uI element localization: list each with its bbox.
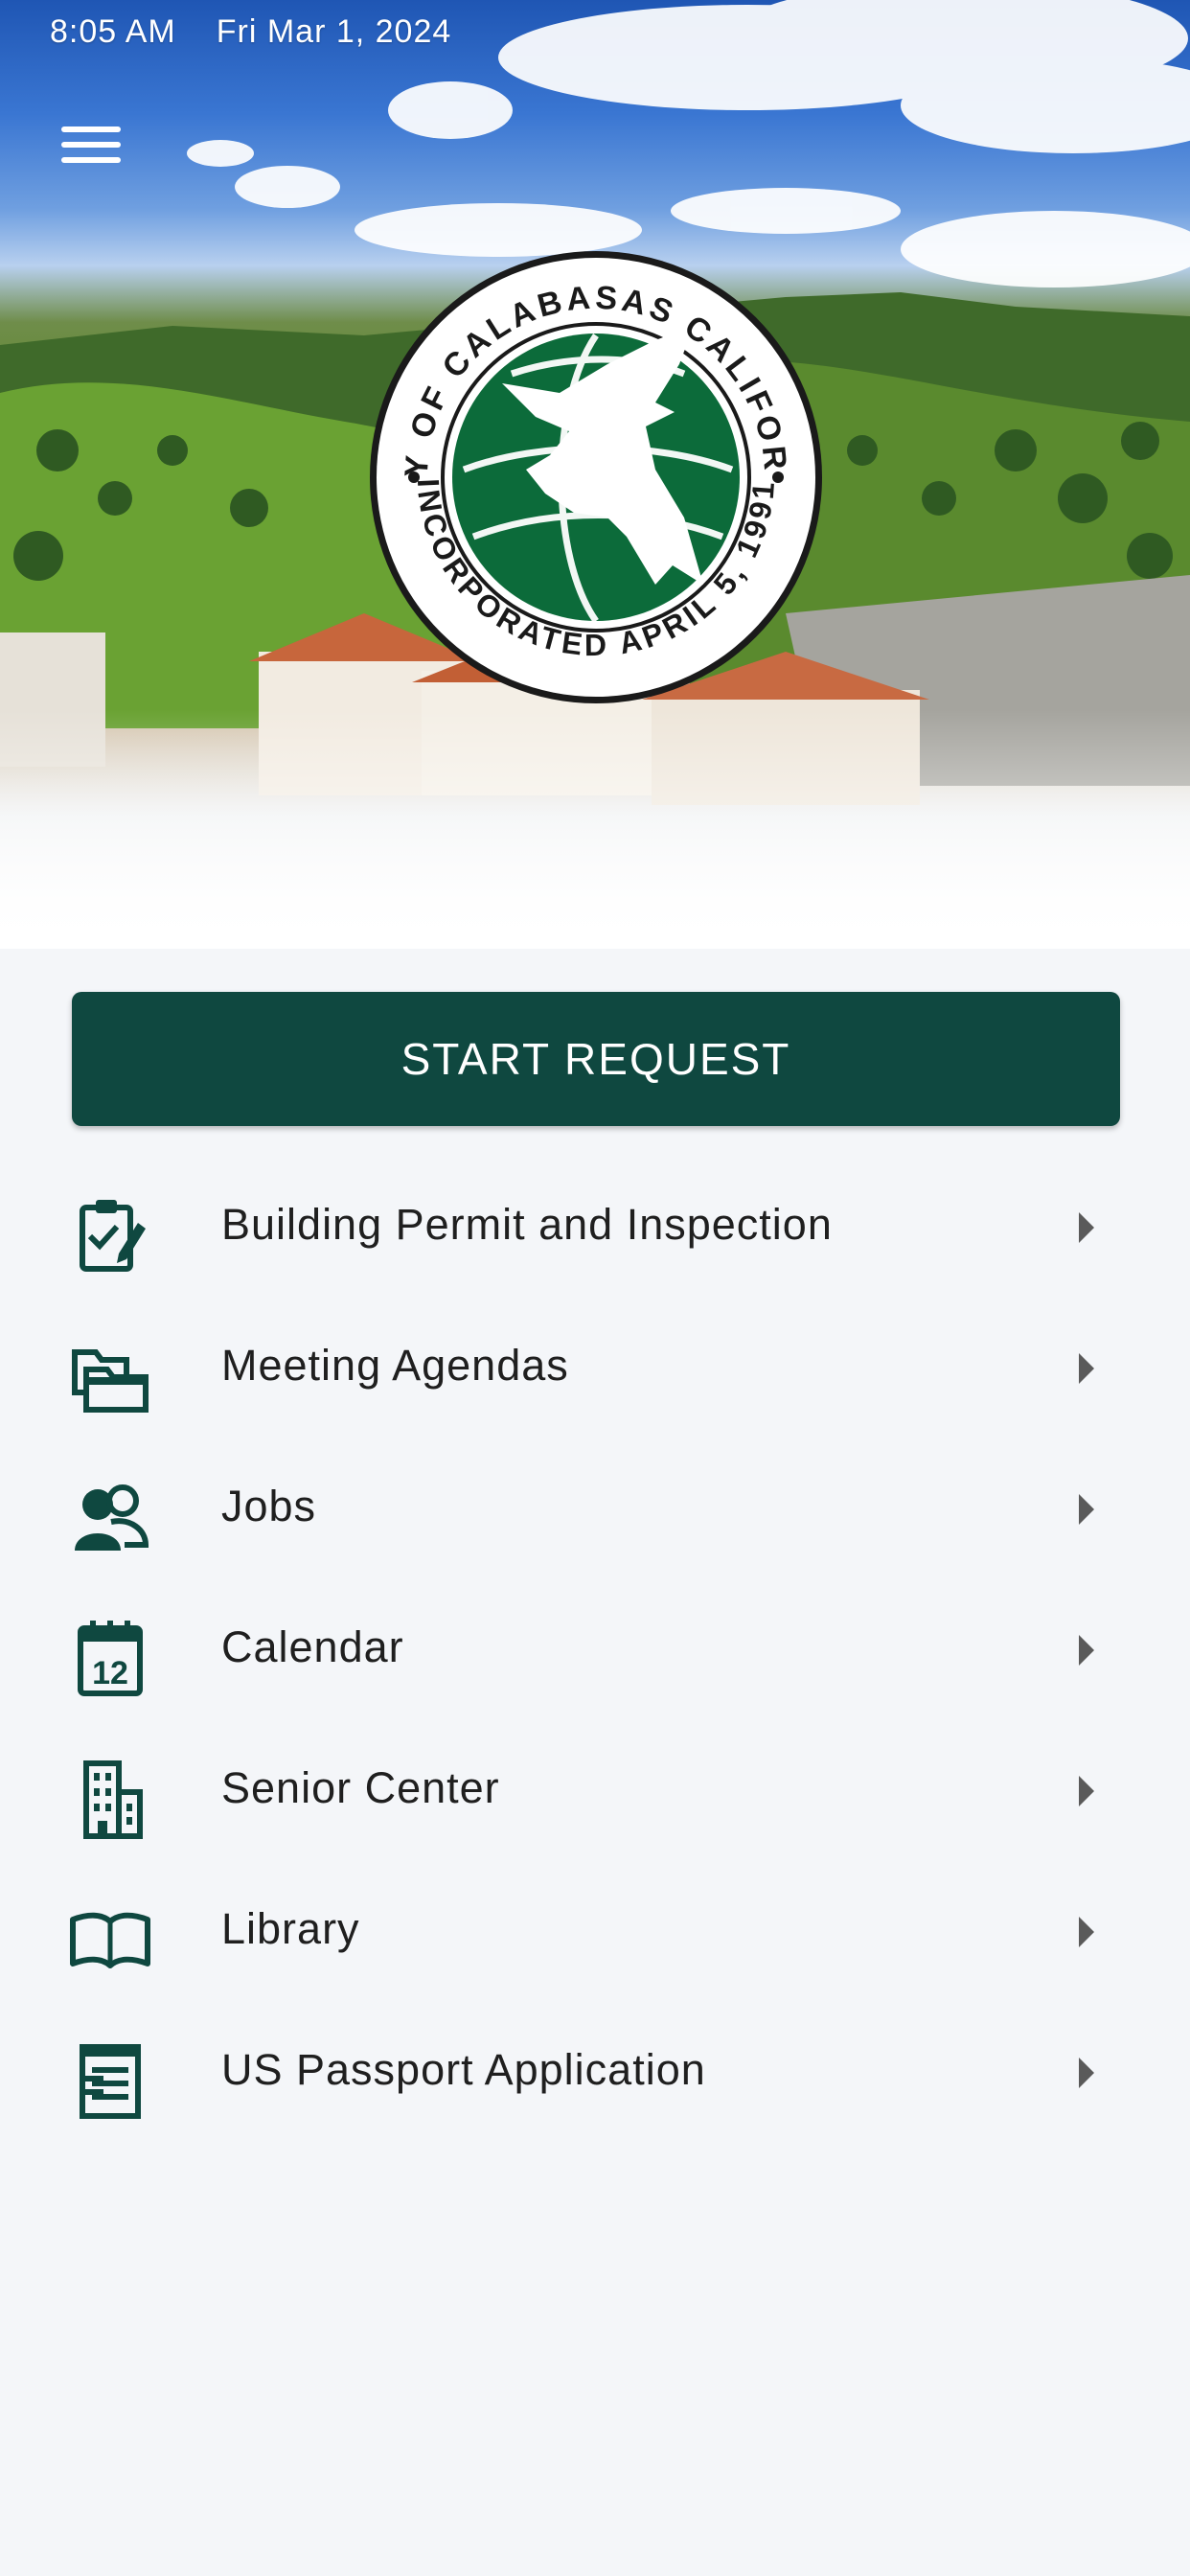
city-seal-logo: CITY OF CALABASAS CALIFORNIA INCORPORATE… (368, 249, 822, 703)
status-date: Fri Mar 1, 2024 (216, 13, 452, 50)
menu-item-label: Senior Center (221, 1763, 500, 1812)
folders-icon (72, 1349, 149, 1413)
hamburger-menu-button[interactable] (50, 113, 134, 176)
menu-item-calendar[interactable]: 12 Calendar (0, 1584, 1190, 1725)
menu-item-label: Meeting Agendas (221, 1341, 569, 1390)
chevron-right-icon (1079, 1776, 1094, 1806)
open-book-icon (70, 1912, 150, 1968)
document-list-icon (80, 2044, 141, 2119)
people-icon (75, 1484, 149, 1551)
menu-item-label: Jobs (221, 1482, 317, 1530)
menu-icon-line (61, 157, 121, 163)
start-request-button[interactable]: START REQUEST (72, 992, 1120, 1126)
chevron-right-icon (1079, 1494, 1094, 1525)
chevron-right-icon (1079, 1353, 1094, 1384)
chevron-right-icon (1079, 1212, 1094, 1243)
clipboard-check-icon (80, 1200, 146, 1272)
calendar-icon: 12 (78, 1621, 143, 1696)
menu-item-jobs[interactable]: Jobs (0, 1443, 1190, 1584)
menu-item-building-permit[interactable]: Building Permit and Inspection (0, 1162, 1190, 1302)
menu-item-label: US Passport Application (221, 2045, 706, 2094)
menu-item-meeting-agendas[interactable]: Meeting Agendas (0, 1302, 1190, 1443)
menu-item-library[interactable]: Library (0, 1866, 1190, 2007)
building-icon (83, 1760, 143, 1839)
menu-item-label: Building Permit and Inspection (221, 1200, 833, 1249)
calendar-icon-day: 12 (92, 1655, 128, 1691)
hamburger-menu-icon (61, 126, 121, 132)
menu-item-label: Calendar (221, 1622, 404, 1671)
status-bar: 8:05 AM Fri Mar 1, 2024 (50, 13, 451, 51)
main-content: START REQUEST Building Permit and Inspec… (0, 949, 1190, 2576)
menu-item-senior-center[interactable]: Senior Center (0, 1725, 1190, 1866)
menu-item-us-passport[interactable]: US Passport Application (0, 2007, 1190, 2148)
chevron-right-icon (1079, 2058, 1094, 2088)
chevron-right-icon (1079, 1635, 1094, 1666)
menu-icon-line (61, 142, 121, 148)
chevron-right-icon (1079, 1917, 1094, 1947)
hero-banner: 8:05 AM Fri Mar 1, 2024 CITY OF CALABASA… (0, 0, 1190, 949)
menu-item-label: Library (221, 1904, 360, 1953)
status-time: 8:05 AM (50, 13, 176, 50)
